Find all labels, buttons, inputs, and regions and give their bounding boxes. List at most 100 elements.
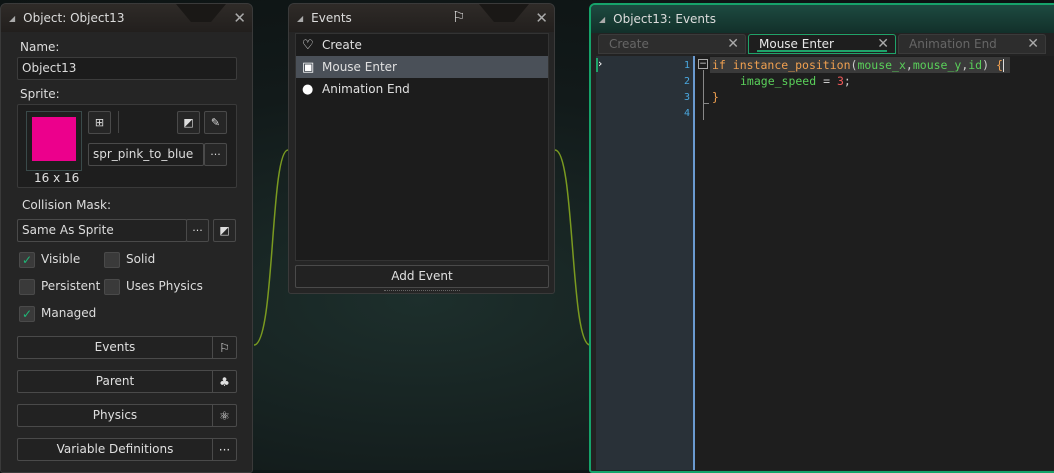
name-label: Name: <box>20 40 60 54</box>
visible-label: Visible <box>41 252 81 266</box>
variable-definitions-label: Variable Definitions <box>56 442 174 456</box>
function-name: instance_position <box>732 58 851 72</box>
lightbulb-icon: ● <box>302 81 314 97</box>
keyword: if <box>712 58 726 72</box>
edit-image-icon: ◩ <box>183 116 194 129</box>
new-sprite-icon: ⊞ <box>94 116 105 129</box>
tab-label: Create <box>609 37 649 51</box>
object-panel-title: Object: Object13 <box>23 11 125 25</box>
uses-physics-checkbox[interactable] <box>104 279 120 295</box>
flag-icon: ⚐ <box>452 8 466 26</box>
persistent-checkbox[interactable] <box>19 279 35 295</box>
line-number: 2 <box>683 76 690 87</box>
new-sprite-button[interactable]: ⊞ <box>88 111 111 134</box>
solid-label: Solid <box>126 252 156 266</box>
tab-label: Animation End <box>909 37 997 51</box>
ellipsis-icon: ··· <box>212 439 236 460</box>
parent-button-label: Parent <box>95 374 135 388</box>
uses-physics-label: Uses Physics <box>126 279 203 293</box>
sprite-label: Sprite: <box>20 87 60 101</box>
variable: id <box>968 58 983 72</box>
fold-line <box>703 70 704 120</box>
physics-button[interactable]: Physics ⚛ <box>17 404 237 427</box>
events-panel-titlebar[interactable]: ◢ Events ⚐ ✕ <box>289 4 554 32</box>
collapse-icon[interactable]: ◢ <box>9 14 15 23</box>
brush-icon: ✎ <box>210 116 221 129</box>
divider <box>118 111 119 133</box>
sprite-size: 16 x 16 <box>34 171 80 185</box>
variable: mouse_y <box>912 58 962 72</box>
collision-mask-browse-button[interactable]: ··· <box>186 219 209 242</box>
sprite-preview[interactable] <box>26 111 82 171</box>
punct: ) <box>982 58 990 72</box>
mouse-icon: ▣ <box>302 59 315 75</box>
event-label: Create <box>322 38 362 52</box>
editor-titlebar[interactable]: ◢ Object13: Events <box>591 5 1054 33</box>
titlebar-notch <box>479 4 529 22</box>
collapse-icon[interactable]: ◢ <box>297 14 303 23</box>
code-area[interactable] <box>695 56 1054 470</box>
text-cursor <box>1002 59 1004 72</box>
object-panel-titlebar[interactable]: ◢ Object: Object13 ✕ <box>1 4 252 32</box>
code-line-3: } <box>712 90 719 104</box>
event-create[interactable]: ♡ Create <box>296 34 548 56</box>
events-list: ♡ Create ▣ Mouse Enter ● Animation End <box>295 33 549 261</box>
hierarchy-icon: ♣ <box>212 371 236 392</box>
fold-icon[interactable]: − <box>698 59 708 69</box>
managed-checkbox[interactable]: ✓ <box>19 306 35 322</box>
flag-icon: ⚐ <box>212 337 236 358</box>
line-number: 3 <box>683 92 690 103</box>
active-tab-indicator <box>757 50 887 52</box>
close-icon[interactable]: ✕ <box>233 9 246 27</box>
editor-title: Object13: Events <box>613 12 716 26</box>
ellipsis-icon: ··· <box>192 224 203 237</box>
sprite-browse-button[interactable]: ··· <box>204 143 227 166</box>
chevron-right-icon: › <box>598 57 603 70</box>
number: 3 <box>836 74 844 88</box>
collapse-icon[interactable]: ◢ <box>599 15 605 24</box>
variable-definitions-button[interactable]: Variable Definitions ··· <box>17 438 237 461</box>
operator: = <box>816 74 837 88</box>
close-tab-icon[interactable]: ✕ <box>1027 36 1039 52</box>
events-button[interactable]: Events ⚐ <box>17 336 237 359</box>
object-panel: ◢ Object: Object13 ✕ Name: Object13 Spri… <box>0 3 253 473</box>
tab-animation-end[interactable]: Animation End ✕ <box>898 34 1046 54</box>
atom-icon: ⚛ <box>212 405 236 426</box>
close-icon[interactable]: ✕ <box>535 9 548 27</box>
close-tab-icon[interactable]: ✕ <box>727 36 739 52</box>
parent-button[interactable]: Parent ♣ <box>17 370 237 393</box>
managed-label: Managed <box>41 306 97 320</box>
visible-checkbox[interactable]: ✓ <box>19 252 35 268</box>
variable: mouse_x <box>857 58 906 72</box>
physics-button-label: Physics <box>92 408 138 422</box>
code-line-1: if instance_position(mouse_x,mouse_y,id)… <box>712 58 1004 72</box>
tab-label: Mouse Enter <box>759 37 834 51</box>
event-animation-end[interactable]: ● Animation End <box>296 78 548 100</box>
name-input[interactable]: Object13 <box>17 57 237 80</box>
ellipsis-icon: ··· <box>210 148 221 161</box>
events-button-label: Events <box>94 340 136 354</box>
brace: { <box>989 58 1003 72</box>
resize-grip[interactable] <box>384 290 460 293</box>
sprite-box: 16 x 16 ⊞ ◩ ✎ spr_pink_to_blue ··· <box>17 104 237 188</box>
event-label: Animation End <box>322 82 410 96</box>
titlebar-notch <box>176 4 226 22</box>
collision-mask-select[interactable]: Same As Sprite <box>17 219 187 242</box>
events-panel-title: Events <box>311 11 352 25</box>
solid-checkbox[interactable] <box>104 252 120 268</box>
sprite-editor-button[interactable]: ✎ <box>204 111 227 134</box>
add-event-button[interactable]: Add Event <box>295 265 549 288</box>
lightbulb-outline-icon: ♡ <box>302 37 314 53</box>
edit-sprite-button[interactable]: ◩ <box>177 111 200 134</box>
punct: ; <box>843 74 851 88</box>
collision-mask-edit-button[interactable]: ◩ <box>213 219 236 242</box>
tab-create[interactable]: Create ✕ <box>598 34 746 54</box>
sprite-thumbnail <box>32 117 76 161</box>
punct: , <box>905 58 913 72</box>
sprite-select[interactable]: spr_pink_to_blue <box>88 143 204 166</box>
line-number: 1 <box>683 60 690 71</box>
edit-image-icon: ◩ <box>219 224 230 237</box>
events-panel: ◢ Events ⚐ ✕ ♡ Create ▣ Mouse Enter ● Anima… <box>288 3 555 294</box>
tab-mouse-enter[interactable]: Mouse Enter ✕ <box>748 34 896 54</box>
event-mouse-enter[interactable]: ▣ Mouse Enter <box>296 56 548 78</box>
